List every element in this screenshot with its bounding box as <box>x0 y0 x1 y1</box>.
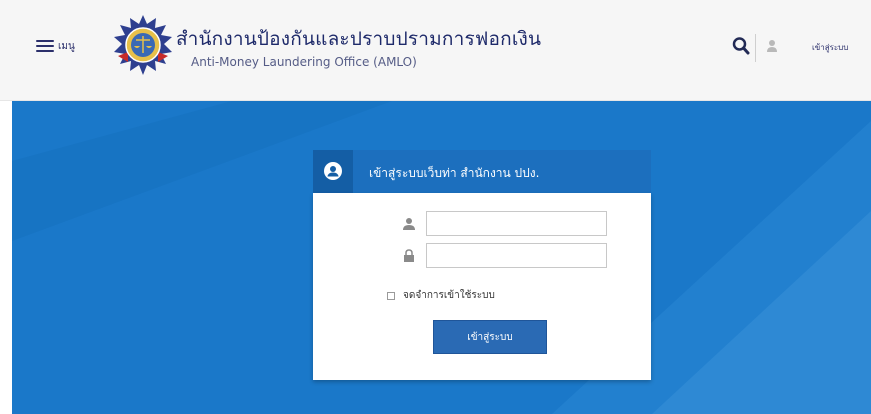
user-circle-icon <box>324 162 342 180</box>
login-panel-header: เข้าสู่ระบบเว็บท่า สำนักงาน ปปง. <box>313 150 651 193</box>
lock-icon <box>404 249 414 262</box>
header-divider <box>755 34 756 62</box>
amlo-logo-icon <box>114 15 172 75</box>
user-icon[interactable] <box>765 38 779 54</box>
password-input[interactable] <box>426 243 607 268</box>
menu-label: เมนู <box>58 40 75 52</box>
login-title: เข้าสู่ระบบเว็บท่า สำนักงาน ปปง. <box>369 166 540 180</box>
remember-me-label[interactable]: จดจำการเข้าใช้ระบบ <box>403 288 495 303</box>
hamburger-icon <box>36 40 54 52</box>
login-submit-button[interactable]: เข้าสู่ระบบ <box>433 320 547 354</box>
org-name-english: Anti-Money Laundering Office (AMLO) <box>191 55 417 69</box>
org-name-thai: สำนักงานป้องกันและปราบปรามการฟอกเงิน <box>176 28 542 50</box>
header-login-link[interactable]: เข้าสู่ระบบ <box>812 41 848 54</box>
search-icon[interactable] <box>732 36 750 56</box>
page: เมนู สำนักงานป้องกันและปราบปรามการฟอกเงิ… <box>0 0 871 414</box>
remember-me-checkbox[interactable] <box>387 292 395 300</box>
site-header: เมนู สำนักงานป้องกันและปราบปรามการฟอกเงิ… <box>0 0 871 101</box>
login-header-icon-box <box>313 150 353 193</box>
menu-button[interactable]: เมนู <box>36 36 75 56</box>
username-input[interactable] <box>426 211 607 236</box>
username-user-icon <box>403 218 415 230</box>
